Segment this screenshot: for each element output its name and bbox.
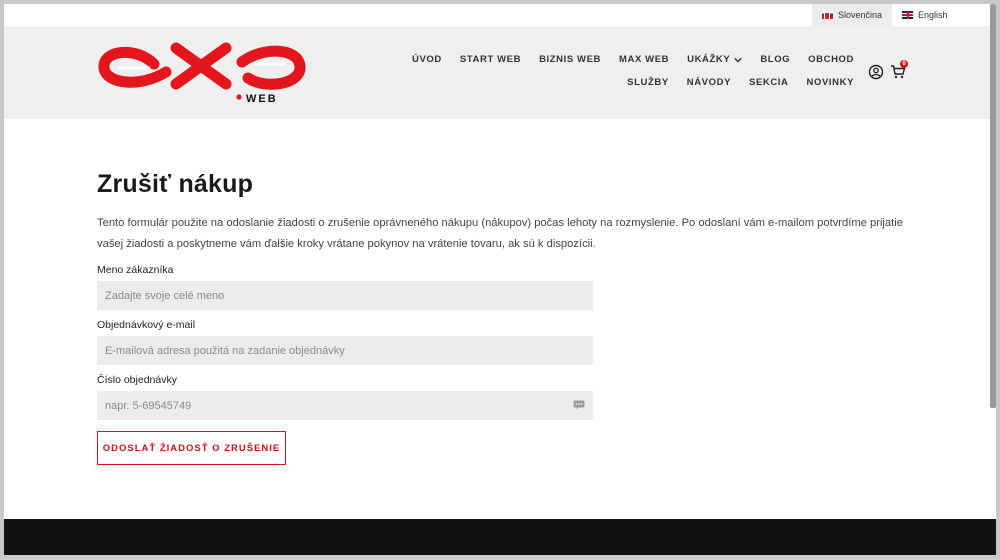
logo-sub-text: WEB — [246, 93, 278, 105]
email-field-wrapper — [97, 336, 593, 365]
submit-cancellation-button[interactable]: ODOSLAŤ ŽIADOSŤ O ZRUŠENIE — [97, 431, 286, 465]
nav-novinky[interactable]: NOVINKY — [807, 77, 854, 88]
main-navigation: ÚVOD START WEB BIZNIS WEB MAX WEB UKÁŽKY… — [384, 54, 854, 88]
language-english[interactable]: English — [892, 4, 962, 26]
nav-ukazky[interactable]: UKÁŽKY — [687, 54, 743, 65]
name-label: Meno zákazníka — [97, 264, 174, 276]
sk-flag-icon — [822, 11, 833, 19]
logo-graphic: WEB — [98, 42, 306, 105]
language-english-label: English — [918, 10, 948, 20]
main-content: Zrušiť nákup Tento formulár použite na o… — [97, 170, 917, 465]
nav-max-web[interactable]: MAX WEB — [619, 54, 669, 65]
site-header: WEB ÚVOD START WEB BIZNIS WEB MAX WEB UK… — [4, 26, 996, 119]
exo-web-logo[interactable]: WEB — [96, 38, 308, 108]
order-number-field-wrapper — [97, 391, 593, 420]
uk-flag-icon — [902, 11, 913, 19]
cancel-order-form: Meno zákazníka Objednávkový e-mail Číslo… — [97, 264, 917, 465]
chevron-down-icon — [734, 57, 743, 63]
email-input[interactable] — [105, 336, 585, 365]
nav-blog[interactable]: BLOG — [760, 54, 790, 65]
user-account-icon[interactable] — [868, 64, 884, 80]
nav-sekcia[interactable]: SEKCIA — [749, 77, 789, 88]
page-title: Zrušiť nákup — [97, 170, 254, 198]
order-number-input[interactable] — [105, 391, 585, 420]
intro-text: Tento formulár použite na odoslanie žiad… — [97, 217, 903, 250]
language-bar: Slovenčina English — [4, 4, 996, 26]
nav-sluzby[interactable]: SLUŽBY — [627, 77, 669, 88]
nav-ukazky-label: UKÁŽKY — [687, 54, 731, 65]
footer — [4, 519, 996, 555]
cart-count-badge: 0 — [900, 60, 908, 68]
nav-obchod[interactable]: OBCHOD — [808, 54, 854, 65]
nav-start-web[interactable]: START WEB — [460, 54, 521, 65]
name-input[interactable] — [105, 281, 585, 310]
cart-button[interactable]: 0 — [890, 60, 908, 80]
nav-uvod[interactable]: ÚVOD — [412, 54, 442, 65]
nav-navody[interactable]: NÁVODY — [687, 77, 731, 88]
autofill-key-icon[interactable] — [573, 400, 585, 410]
email-label: Objednávkový e-mail — [97, 319, 196, 331]
language-slovak-label: Slovenčina — [837, 10, 882, 20]
name-field-wrapper — [97, 281, 593, 310]
order-number-label: Číslo objednávky — [97, 374, 177, 386]
header-icons: 0 — [868, 60, 908, 80]
language-slovak[interactable]: Slovenčina — [812, 4, 892, 26]
scrollbar[interactable] — [990, 4, 996, 408]
nav-biznis-web[interactable]: BIZNIS WEB — [539, 54, 601, 65]
